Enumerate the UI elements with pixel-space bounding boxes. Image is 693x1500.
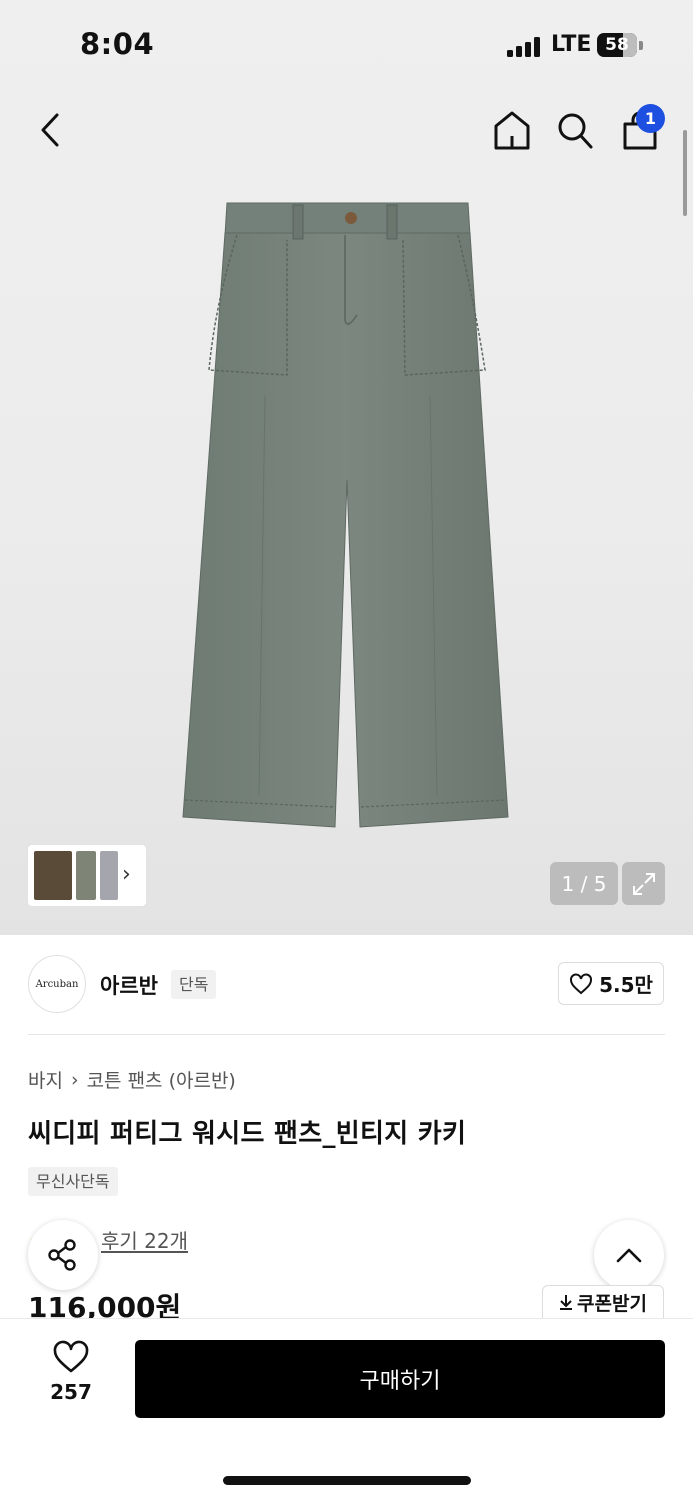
exclusive-tag: 단독 [171,970,217,999]
thumbnail-khaki[interactable] [76,851,96,900]
scroll-to-top-button[interactable] [594,1220,664,1290]
home-icon [494,111,530,150]
breadcrumb-separator: › [70,1068,79,1091]
scroll-indicator [683,130,687,216]
chevron-up-icon [616,1248,642,1263]
coupon-label: 쿠폰받기 [577,1292,647,1315]
back-button[interactable] [30,108,70,152]
home-button[interactable] [490,106,534,154]
cart-count-badge: 1 [636,104,665,133]
product-title: 씨디피 퍼티그 워시드 팬츠_빈티지 카키 [28,1119,467,1149]
battery-tip [639,41,643,50]
heart-icon [570,972,593,994]
expand-button[interactable] [622,862,665,905]
breadcrumb-item-cotton-pants[interactable]: 코튼 팬츠 (아르반) [87,1066,236,1093]
chevron-left-icon [41,113,59,147]
network-label: LTE [551,32,592,57]
product-image[interactable] [175,195,520,835]
thumbnail-arrow[interactable]: › [122,862,131,887]
product-price: 116,000원 [28,1291,182,1318]
share-button[interactable] [28,1220,98,1290]
buy-button[interactable]: 구매하기 [135,1340,665,1418]
heart-icon [53,1340,89,1373]
thumbnail-brown[interactable] [34,851,72,900]
search-button[interactable] [553,106,597,154]
brand-logo[interactable]: Arcuban [28,955,86,1013]
battery-level: 58 [605,35,629,55]
review-link[interactable]: 후기 22개 [101,1225,188,1254]
coupon-button[interactable]: 쿠폰받기 [542,1285,664,1318]
battery-icon: 58 [597,33,637,57]
image-counter: 1 / 5 [550,862,618,905]
signal-icon [507,37,543,57]
brand-logo-text: Arcuban [35,978,79,990]
musinsa-exclusive-tag: 무신사단독 [28,1167,118,1196]
download-icon [560,1295,573,1310]
breadcrumb-item-pants[interactable]: 바지 [28,1066,63,1093]
status-bar: 8:04 LTE 58 [0,0,693,92]
brand-like-button[interactable]: 5.5만 [558,962,664,1005]
search-icon [558,113,593,149]
brand-name[interactable]: 아르반 [100,970,158,1000]
brand-like-count: 5.5만 [599,973,653,997]
divider [28,1034,665,1035]
breadcrumb: 바지 › 코튼 팬츠 (아르반) [28,1066,236,1093]
status-time: 8:04 [80,27,155,61]
expand-icon [632,872,655,895]
home-indicator [223,1476,471,1485]
thumbnail-grey[interactable] [100,851,118,900]
share-icon [48,1239,76,1271]
wishlist-button[interactable]: 257 [40,1340,102,1418]
wishlist-count: 257 [50,1380,92,1404]
